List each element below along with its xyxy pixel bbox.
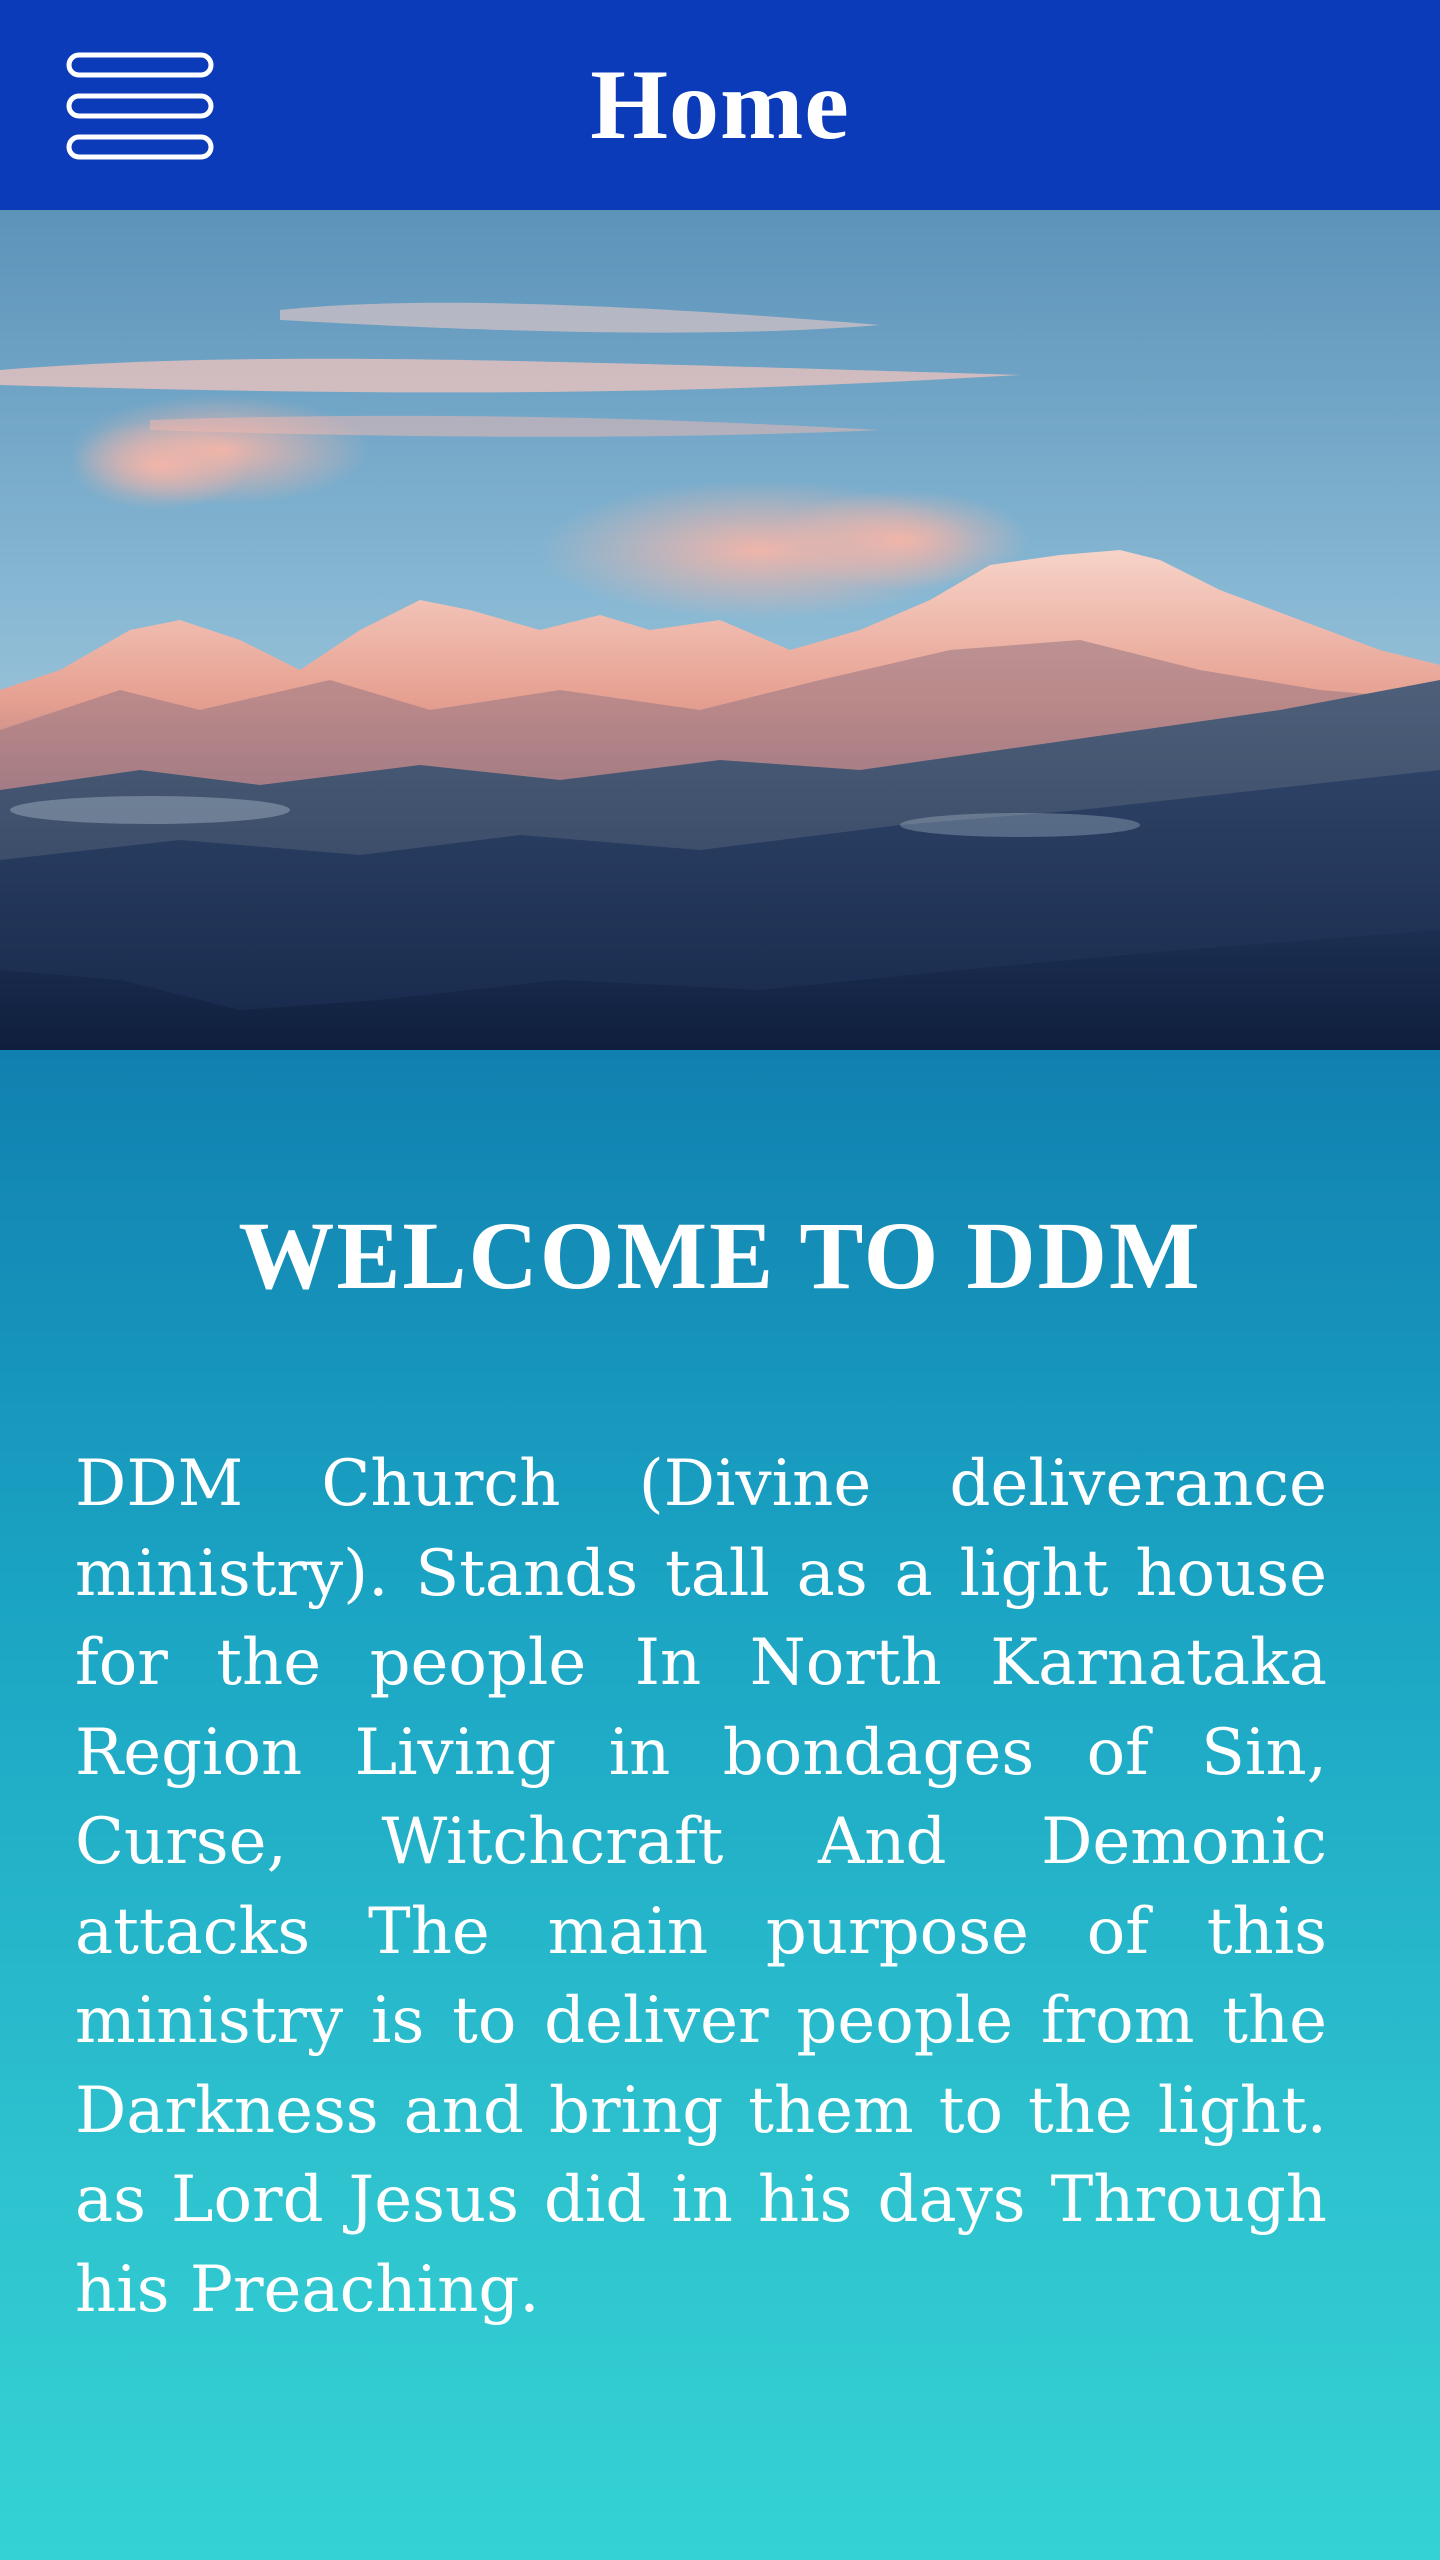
menu-button[interactable]	[66, 52, 214, 160]
mountain-landscape-image	[0, 210, 1440, 1050]
hero-image	[0, 210, 1440, 1050]
hamburger-menu-icon	[66, 52, 214, 160]
welcome-description: DDM Church (Divine deliverance ministry)…	[75, 1447, 1327, 2327]
welcome-heading: WELCOME TO DDM	[238, 1202, 1202, 1309]
app-bar: Home	[0, 0, 1440, 210]
welcome-section: WELCOME TO DDM DDM Church (Divine delive…	[0, 1050, 1440, 2560]
page-title: Home	[590, 49, 850, 160]
